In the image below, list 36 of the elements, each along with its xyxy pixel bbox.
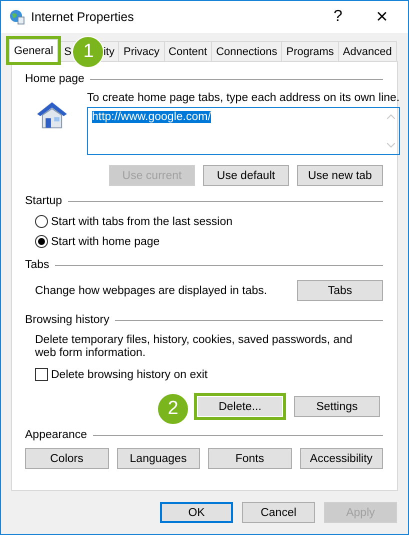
radio-button[interactable]	[35, 235, 48, 248]
close-button[interactable]: ×	[360, 2, 404, 32]
help-button[interactable]: ?	[316, 2, 360, 32]
home-page-button[interactable]: Use default	[203, 165, 289, 186]
window-title: Internet Properties	[31, 10, 135, 24]
radio-label: Start with home page	[51, 236, 160, 248]
step-badge: 1	[72, 36, 104, 68]
section-heading: Tabs	[25, 259, 50, 271]
tabs-description: Change how webpages are displayed in tabs.	[35, 284, 268, 296]
step-badge: 2	[157, 393, 189, 425]
tab[interactable]: Advanced	[338, 41, 397, 61]
appearance-button[interactable]: Colors	[25, 448, 108, 469]
history-button[interactable]: Delete...	[197, 396, 283, 417]
checkbox[interactable]	[35, 368, 48, 381]
home-page-button[interactable]: Use new tab	[297, 165, 383, 186]
dialog-button[interactable]: OK	[160, 502, 233, 523]
section-heading: Appearance	[25, 429, 88, 441]
section-heading: Browsing history	[25, 314, 110, 326]
tab-label[interactable]: S	[64, 46, 72, 58]
history-button[interactable]: Settings	[294, 396, 380, 417]
appearance-button[interactable]: Fonts	[208, 448, 292, 469]
tabs-button[interactable]: Tabs	[297, 280, 383, 301]
url-text: http://www.google.com/	[92, 111, 211, 123]
globe-icon	[9, 9, 25, 25]
checkbox-label: Delete browsing history on exit	[51, 368, 208, 380]
dialog-button[interactable]: Cancel	[242, 502, 315, 523]
appearance-button[interactable]: Accessibility	[300, 448, 383, 469]
history-description: Delete temporary files, history, cookies, saved passwords, and web form information.	[35, 334, 354, 360]
tab[interactable]: General	[9, 39, 58, 62]
appearance-button[interactable]: Languages	[116, 448, 200, 469]
section-heading: Home page	[25, 73, 84, 85]
tab-label[interactable]: ity	[103, 46, 114, 58]
section-heading: Startup	[25, 195, 62, 207]
instruction-text: To create home page tabs, type each address on its own line.	[87, 92, 400, 104]
radio-label: Start with tabs from the last session	[51, 216, 233, 228]
radio-button[interactable]	[35, 215, 48, 228]
